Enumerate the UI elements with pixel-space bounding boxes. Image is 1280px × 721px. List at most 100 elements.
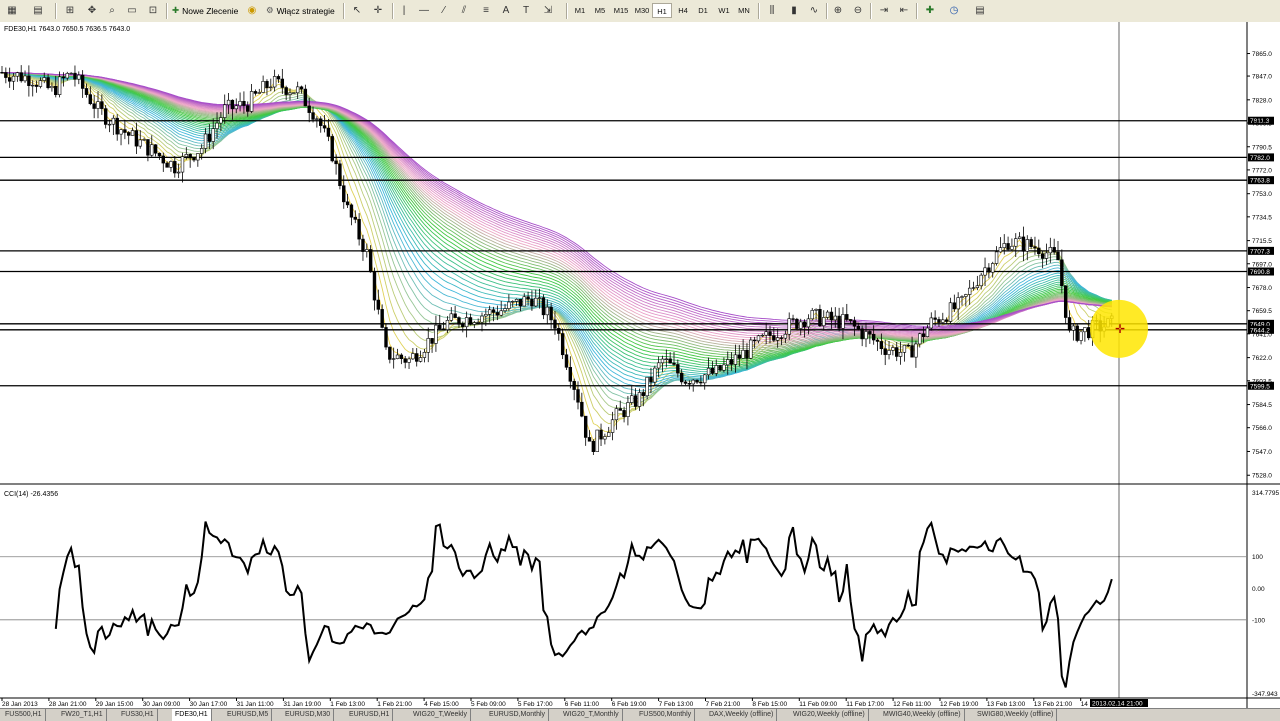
fibonacci-icon[interactable]: ≡ [478,2,494,18]
vertical-line-icon[interactable]: | [396,2,412,18]
indicators-icon[interactable]: ✚ [922,2,938,18]
candle-body [825,311,830,318]
candle-body [453,313,457,318]
price-tick: 7715.5 [1252,238,1272,245]
chart-tab[interactable]: DAX,Weekly (offline) [706,709,778,721]
candle-body [1067,317,1072,331]
candle-body [906,344,910,347]
candle-body [127,132,131,136]
chart-tab[interactable]: WIG20_T,Weekly [410,709,471,721]
market-watch-icon[interactable]: ⊞ [62,2,78,18]
time-label: 6 Feb 11:00 [565,701,600,708]
chart-tab[interactable]: EURUSD,M30 [282,709,335,721]
chart-window[interactable]: 7811.3 7782.0 7763.8 7707.3 7690.8 7649.0 7644… [0,22,1280,708]
time-label: 28 Jan 21:00 [49,701,87,708]
chart-tab[interactable]: SWIG80,Weekly (offline) [974,709,1058,721]
chart-shift-icon[interactable]: ⇤ [896,2,912,18]
candle-body [710,367,715,374]
chart-tab[interactable]: FUS500,Monthly [636,709,696,721]
candle-body [979,274,983,287]
chart-tab[interactable]: FW20_T1,H1 [58,709,107,721]
candle-body [326,127,331,137]
chart-tab[interactable]: EURUSD,Monthly [486,709,550,721]
chart-tab[interactable]: FDE30,H1 [172,709,212,721]
tf-m30-button[interactable]: M30 [632,3,652,18]
candle-body [1025,239,1029,252]
tf-m5-button[interactable]: M5 [590,3,610,18]
candle-body [438,324,442,330]
candle-body [852,320,857,327]
candle-body [768,331,772,336]
price-tick: 7547.0 [1252,449,1272,456]
crosshair-icon[interactable]: ✛ [370,2,386,18]
candle-body [472,322,477,325]
candle-body [42,77,46,81]
chart-tab[interactable]: WIG20_T,Monthly [560,709,623,721]
candle-body [280,78,285,88]
candle-body [353,216,357,220]
bar-chart-icon[interactable]: ⫼ [764,2,780,18]
templates-icon[interactable]: ▤ [972,2,988,18]
candle-body [691,379,695,385]
candle-body [626,402,630,417]
enable-strategies-button[interactable]: ⚙ Włącz strategie [266,2,335,19]
candle-body [7,77,12,82]
new-order-button[interactable]: ✚ Nowe Zlecenie [172,2,238,19]
chart-canvas[interactable]: 7811.37782.07763.87707.37690.87649.07644… [0,22,1280,708]
candle-body [134,130,139,147]
chart-tab[interactable]: EURUSD,H1 [346,709,394,721]
candle-chart-icon[interactable]: ▮ [786,2,802,18]
cursor-icon[interactable]: ↖ [349,2,365,18]
candle-body [921,333,926,337]
tf-m15-button[interactable]: M15 [611,3,631,18]
time-label: 28 Jan 2013 [2,701,38,708]
navigator-icon[interactable]: ✥ [84,2,100,18]
chart-tab[interactable]: FUS30,H1 [118,709,158,721]
tf-mn-button[interactable]: MN [734,3,754,18]
zoom-out-icon[interactable]: ⊖ [850,2,866,18]
candle-body [238,100,242,107]
candle-body [207,133,212,142]
periods-icon[interactable]: ◷ [946,2,962,18]
candle-body [994,251,999,264]
candle-body [745,349,749,359]
chart-tab[interactable]: FUS500,H1 [2,709,46,721]
candle-body [952,302,957,310]
data-window-icon[interactable]: ⌕ [104,2,120,18]
chart-tab[interactable]: EURUSD,M5 [224,709,273,721]
terminal-icon[interactable]: ▭ [124,2,140,18]
tester-icon[interactable]: ⊡ [145,2,161,18]
text-icon[interactable]: A [498,2,514,18]
tf-m1-button[interactable]: M1 [570,3,590,18]
tf-w1-button[interactable]: W1 [714,3,734,18]
line-chart-icon[interactable]: ∿ [806,2,822,18]
tf-d1-button[interactable]: D1 [693,3,713,18]
candle-body [107,123,112,126]
tf-h4-button[interactable]: H4 [673,3,693,18]
expert-advisors-icon[interactable]: ◉ [244,2,260,18]
candle-body [376,299,381,310]
candle-body [610,419,615,433]
candle-body [879,341,884,350]
channel-icon[interactable]: ⫽ [456,2,472,18]
zoom-in-icon[interactable]: ⊕ [830,2,846,18]
candle-body [480,315,484,323]
candle-body [119,129,123,135]
profiles-icon[interactable]: ▤ [30,2,46,18]
tf-h1-button[interactable]: H1 [652,3,672,18]
chart-info: FDE30,H1 7643.0 7650.5 7636.5 7643.0 [4,26,130,33]
trendline-icon[interactable]: ⁄ [436,2,452,18]
candle-body [253,91,258,94]
candle-body [73,72,77,80]
candle-body [46,77,50,89]
candle-body [760,334,765,337]
label-icon[interactable]: T [518,2,534,18]
chart-tab[interactable]: MWIG40,Weekly (offline) [880,709,965,721]
horizontal-line-icon[interactable]: — [416,2,432,18]
candle-body [234,105,238,110]
arrows-icon[interactable]: ⇲ [540,2,556,18]
chart-tab[interactable]: WIG20,Weekly (offline) [790,709,869,721]
autoscroll-icon[interactable]: ⇥ [876,2,892,18]
candle-body [971,287,976,289]
new-chart-icon[interactable]: ▦ [4,2,20,18]
